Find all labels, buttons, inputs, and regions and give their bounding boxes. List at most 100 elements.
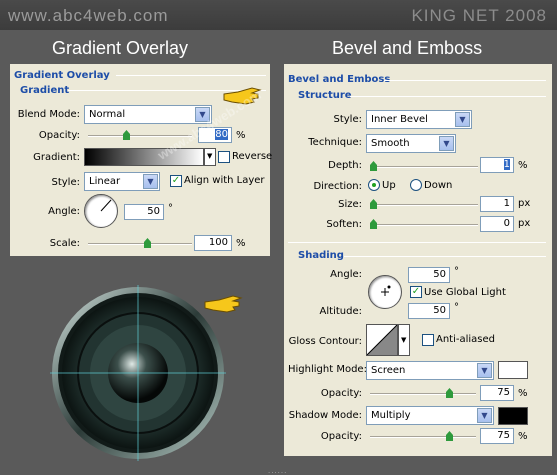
percent-unit: %: [236, 130, 246, 141]
scale-slider[interactable]: [88, 238, 192, 248]
check-icon: ✓: [411, 286, 421, 297]
direction-label: Direction:: [313, 181, 362, 192]
blend-mode-select[interactable]: Normal ▼: [84, 105, 212, 124]
direction-down-label: Down: [424, 180, 453, 191]
slider-thumb[interactable]: [446, 431, 453, 441]
style-select[interactable]: Linear ▼: [84, 172, 160, 191]
slider-thumb[interactable]: [446, 388, 453, 398]
structure-subsection: Structure: [298, 90, 352, 101]
blend-mode-label: Blend Mode:: [17, 109, 80, 120]
right-heading: Bevel and Emboss: [332, 38, 483, 58]
percent-unit: %: [518, 160, 528, 171]
percent-unit: %: [236, 238, 246, 249]
bevel-emboss-title: Bevel and Emboss: [288, 74, 391, 85]
chevron-down-icon: ▼: [207, 152, 213, 160]
divider: [116, 75, 266, 76]
style-label: Style:: [51, 177, 81, 188]
chevron-down-icon[interactable]: ▼: [439, 136, 454, 151]
altitude-label: Altitude:: [319, 306, 362, 317]
gloss-contour-dropdown[interactable]: ▼: [398, 324, 410, 356]
shadow-mode-value: Multiply: [371, 410, 411, 421]
depth-label: Depth:: [328, 160, 362, 171]
reverse-checkbox[interactable]: [218, 151, 230, 163]
highlight-color-swatch[interactable]: [498, 361, 528, 379]
slider-thumb[interactable]: [370, 199, 377, 209]
angle-input[interactable]: 50: [124, 204, 164, 220]
degree-unit: °: [454, 302, 459, 313]
align-with-layer-checkbox[interactable]: ✓: [170, 175, 182, 187]
style-value: Linear: [89, 176, 121, 187]
technique-value: Smooth: [371, 138, 410, 149]
direction-up-label: Up: [382, 180, 396, 191]
shadow-opacity-input[interactable]: 75: [480, 428, 514, 444]
bevel-style-value: Inner Bevel: [371, 114, 428, 125]
highlight-opacity-label: Opacity:: [320, 388, 362, 399]
reverse-label: Reverse: [232, 151, 273, 162]
gradient-dropdown[interactable]: ▼: [204, 148, 216, 166]
degree-unit: °: [168, 203, 173, 214]
divider: [384, 80, 546, 81]
highlight-mode-value: Screen: [371, 365, 406, 376]
angle-indicator-icon: [100, 199, 112, 212]
size-slider[interactable]: [370, 199, 478, 209]
size-input[interactable]: 1: [480, 196, 514, 212]
gradient-overlay-title: Gradient Overlay: [14, 70, 110, 81]
use-global-light-label: Use Global Light: [424, 287, 506, 298]
bevel-style-select[interactable]: Inner Bevel ▼: [366, 110, 472, 129]
depth-input[interactable]: 1: [480, 157, 514, 173]
soften-slider[interactable]: [370, 219, 478, 229]
header-bar: www.abc4web.com KING NET 2008: [0, 0, 557, 30]
px-unit: px: [518, 198, 531, 209]
align-with-layer-label: Align with Layer: [184, 175, 265, 186]
gloss-contour-label: Gloss Contour:: [288, 336, 362, 347]
direction-up-radio[interactable]: [368, 179, 380, 191]
shadow-opacity-slider[interactable]: [370, 431, 476, 441]
highlight-mode-select[interactable]: Screen ▼: [366, 361, 494, 380]
chevron-down-icon[interactable]: ▼: [477, 363, 492, 378]
divider: [350, 96, 546, 97]
anti-aliased-label: Anti-aliased: [436, 334, 496, 345]
slider-thumb[interactable]: [123, 130, 130, 140]
bevel-emboss-panel: Bevel and Emboss Structure Style: Inner …: [284, 64, 552, 456]
shadow-opacity-label: Opacity:: [320, 431, 362, 442]
shading-angle-input[interactable]: 50: [408, 267, 450, 283]
altitude-input[interactable]: 50: [408, 303, 450, 319]
direction-down-radio[interactable]: [410, 179, 422, 191]
blend-mode-value: Normal: [89, 109, 126, 120]
highlight-opacity-input[interactable]: 75: [480, 385, 514, 401]
shadow-mode-select[interactable]: Multiply ▼: [366, 406, 494, 425]
site-url: www.abc4web.com: [8, 6, 169, 25]
divider: [288, 242, 546, 243]
size-label: Size:: [338, 199, 362, 210]
chevron-down-icon[interactable]: ▼: [477, 408, 492, 423]
soften-input[interactable]: 0: [480, 216, 514, 232]
shading-angle-label: Angle:: [330, 269, 362, 280]
shading-angle-dial[interactable]: [368, 275, 402, 309]
opacity-label: Opacity:: [38, 130, 80, 141]
chevron-down-icon: ▼: [401, 336, 407, 344]
anti-aliased-checkbox[interactable]: [422, 334, 434, 346]
scale-input[interactable]: 100: [194, 235, 232, 251]
slider-thumb[interactable]: [144, 238, 151, 248]
chevron-down-icon[interactable]: ▼: [455, 112, 470, 127]
gloss-contour-picker[interactable]: [366, 324, 398, 356]
brand-name: KING NET 2008: [411, 6, 547, 25]
slider-thumb[interactable]: [370, 161, 377, 171]
technique-select[interactable]: Smooth ▼: [366, 134, 456, 153]
slider-thumb[interactable]: [370, 219, 377, 229]
check-icon: ✓: [171, 175, 181, 186]
angle-dial[interactable]: [84, 194, 118, 228]
scale-label: Scale:: [49, 238, 80, 249]
shading-subsection: Shading: [298, 250, 344, 261]
chevron-down-icon[interactable]: ▼: [143, 174, 158, 189]
depth-slider[interactable]: [370, 161, 478, 171]
highlight-opacity-slider[interactable]: [370, 388, 476, 398]
use-global-light-checkbox[interactable]: ✓: [410, 286, 422, 298]
percent-unit: %: [518, 388, 528, 399]
style-label: Style:: [333, 114, 363, 125]
highlight-mode-label: Highlight Mode:: [288, 364, 367, 375]
px-unit: px: [518, 218, 531, 229]
shadow-color-swatch[interactable]: [498, 407, 528, 425]
gradient-picker[interactable]: [84, 148, 204, 166]
crosshair-icon: [381, 285, 391, 296]
